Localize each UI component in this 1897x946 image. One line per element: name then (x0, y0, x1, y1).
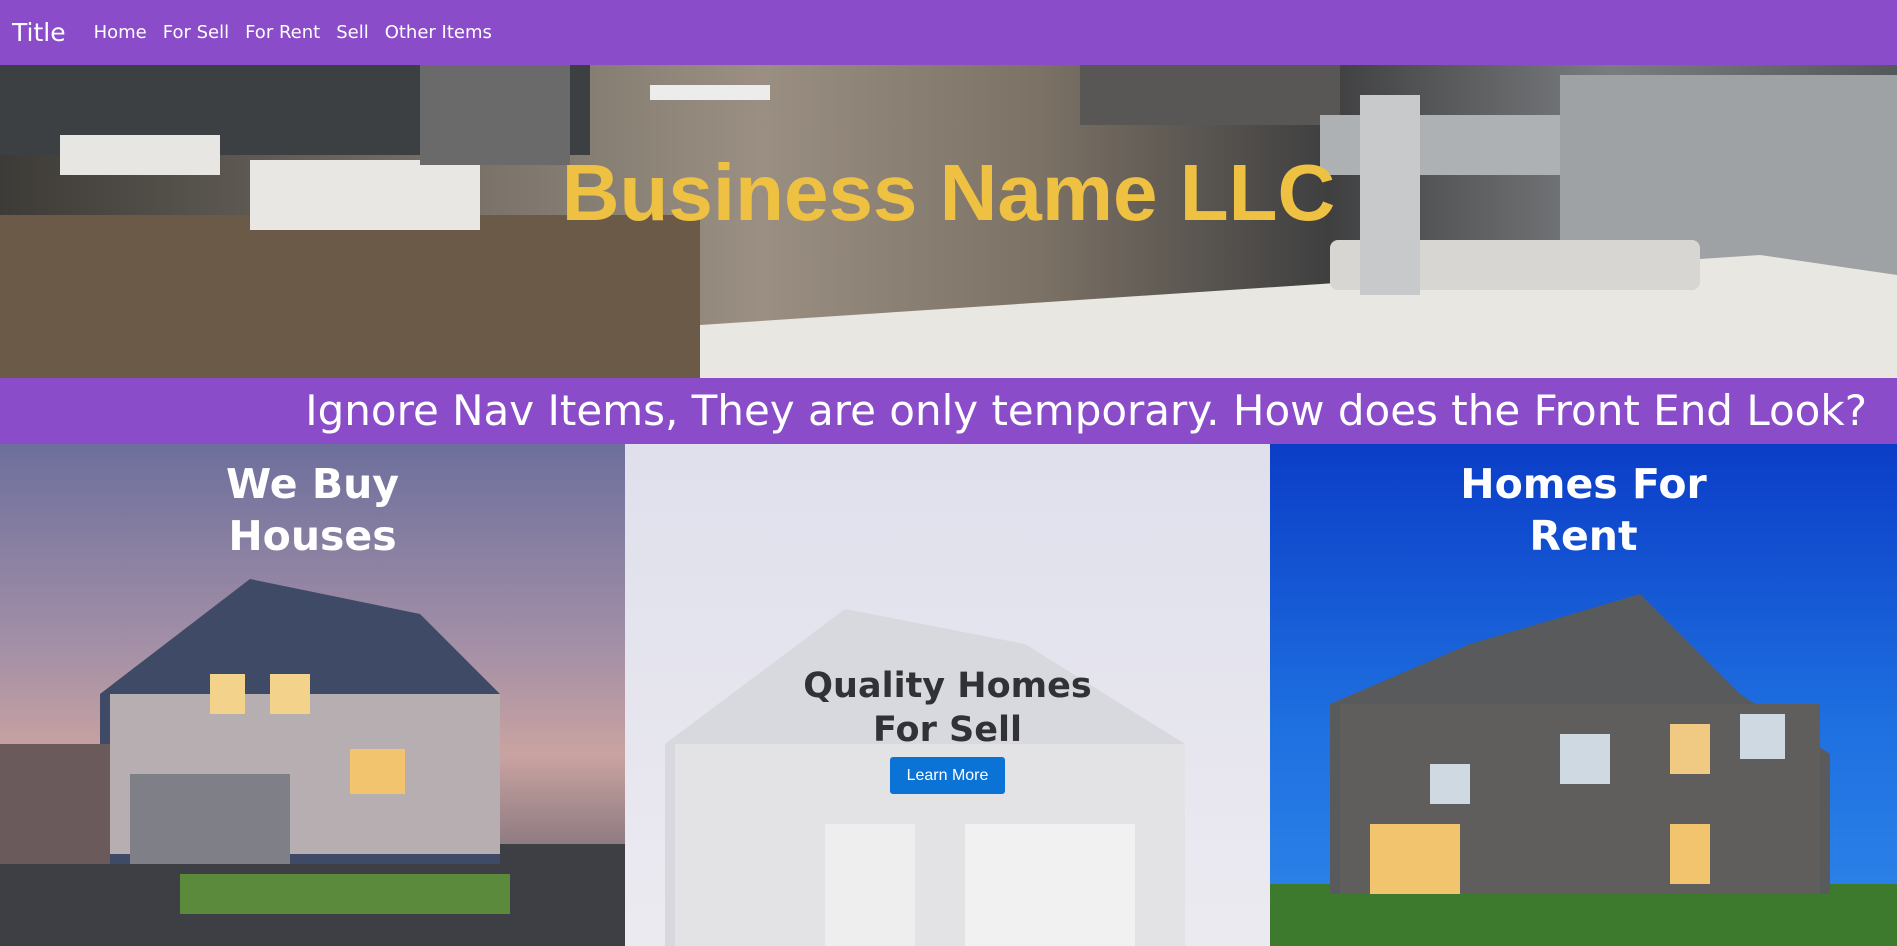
quality-homes-heading: Quality Homes For Sell (625, 664, 1270, 752)
quality-homes-panel: Quality Homes For Sell Learn More (625, 444, 1270, 946)
quality-homes-line1: Quality Homes (803, 666, 1092, 706)
tagline-bar: Ignore Nav Items, They are only temporar… (0, 378, 1897, 444)
nav-for-rent[interactable]: For Rent (245, 22, 320, 43)
homes-for-rent-heading: Homes For Rent (1270, 458, 1897, 562)
top-navbar: Title Home For Sell For Rent Sell Other … (0, 0, 1897, 65)
we-buy-houses-heading: We Buy Houses (0, 458, 625, 562)
tagline-text: Ignore Nav Items, They are only temporar… (305, 386, 1867, 435)
brand-title[interactable]: Title (12, 18, 66, 47)
homes-for-rent-line1: Homes For (1460, 460, 1707, 508)
hero-banner: Business Name LLC (0, 65, 1897, 378)
nav-home[interactable]: Home (94, 22, 147, 43)
nav-for-sell[interactable]: For Sell (163, 22, 229, 43)
homes-for-rent-line2: Rent (1529, 512, 1638, 560)
nav-sell[interactable]: Sell (336, 22, 369, 43)
we-buy-houses-panel[interactable]: We Buy Houses (0, 444, 625, 946)
learn-more-button[interactable]: Learn More (890, 757, 1005, 794)
we-buy-line1: We Buy (225, 460, 399, 508)
business-name-heading: Business Name LLC (561, 148, 1336, 237)
nav-other-items[interactable]: Other Items (385, 22, 492, 43)
quality-homes-line2: For Sell (873, 710, 1022, 750)
homes-for-rent-panel[interactable]: Homes For Rent (1270, 444, 1897, 946)
we-buy-line2: Houses (228, 512, 397, 560)
